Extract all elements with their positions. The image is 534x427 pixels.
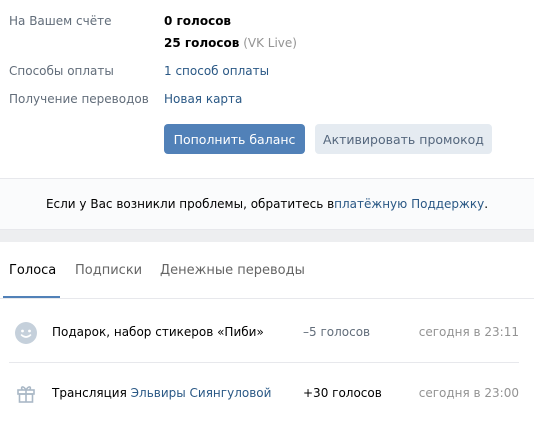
payment-methods-link[interactable]: 1 способ оплаты (164, 64, 269, 78)
payment-methods-label: Способы оплаты (9, 64, 114, 78)
notice-text-end: . (484, 197, 489, 211)
topup-balance-button[interactable]: Пополнить баланс (164, 124, 305, 154)
account-label: На Вашем счёте (9, 14, 112, 28)
tab-subscriptions[interactable]: Подписки (75, 242, 142, 299)
transaction-description: Трансляция Эльвиры Сиянгуловой (52, 386, 271, 400)
activate-promo-button[interactable]: Активировать промокод (315, 124, 492, 154)
transaction-amount: –5 голосов (303, 325, 371, 339)
transaction-row: Подарок, набор стикеров «Пиби» –5 голосо… (0, 300, 534, 363)
stream-label: Трансляция (52, 386, 131, 400)
vklive-note: (VK Live) (243, 36, 297, 50)
transaction-date: сегодня в 23:11 (418, 325, 519, 339)
transaction-date: сегодня в 23:00 (418, 386, 519, 400)
smile-icon (15, 322, 37, 344)
streamer-link[interactable]: Эльвиры Сиянгуловой (131, 386, 272, 400)
support-link[interactable]: платёжную Поддержку (334, 197, 484, 211)
vklive-balance: 25 голосов (VK Live) (164, 36, 297, 50)
votes-balance: 0 голосов (164, 14, 232, 28)
section-gap (0, 230, 534, 242)
notice-text: Если у Вас возникли проблемы, обратитесь… (45, 197, 335, 211)
active-tab-indicator (3, 296, 60, 298)
transaction-description: Подарок, набор стикеров «Пиби» (52, 325, 264, 339)
tabs-bar: Голоса Подписки Денежные переводы (0, 242, 534, 299)
receive-transfers-label: Получение переводов (9, 92, 149, 106)
new-card-link[interactable]: Новая карта (164, 92, 242, 106)
tab-votes[interactable]: Голоса (9, 242, 56, 299)
transaction-row: Трансляция Эльвиры Сиянгуловой +30 голос… (0, 363, 534, 425)
vklive-votes: 25 голосов (164, 36, 240, 50)
tab-money-transfers[interactable]: Денежные переводы (160, 242, 305, 299)
transaction-amount: +30 голосов (303, 386, 382, 400)
gift-icon (15, 382, 37, 404)
balance-section: На Вашем счёте 0 голосов 25 голосов (VK … (0, 0, 534, 178)
support-notice: Если у Вас возникли проблемы, обратитесь… (0, 178, 534, 230)
